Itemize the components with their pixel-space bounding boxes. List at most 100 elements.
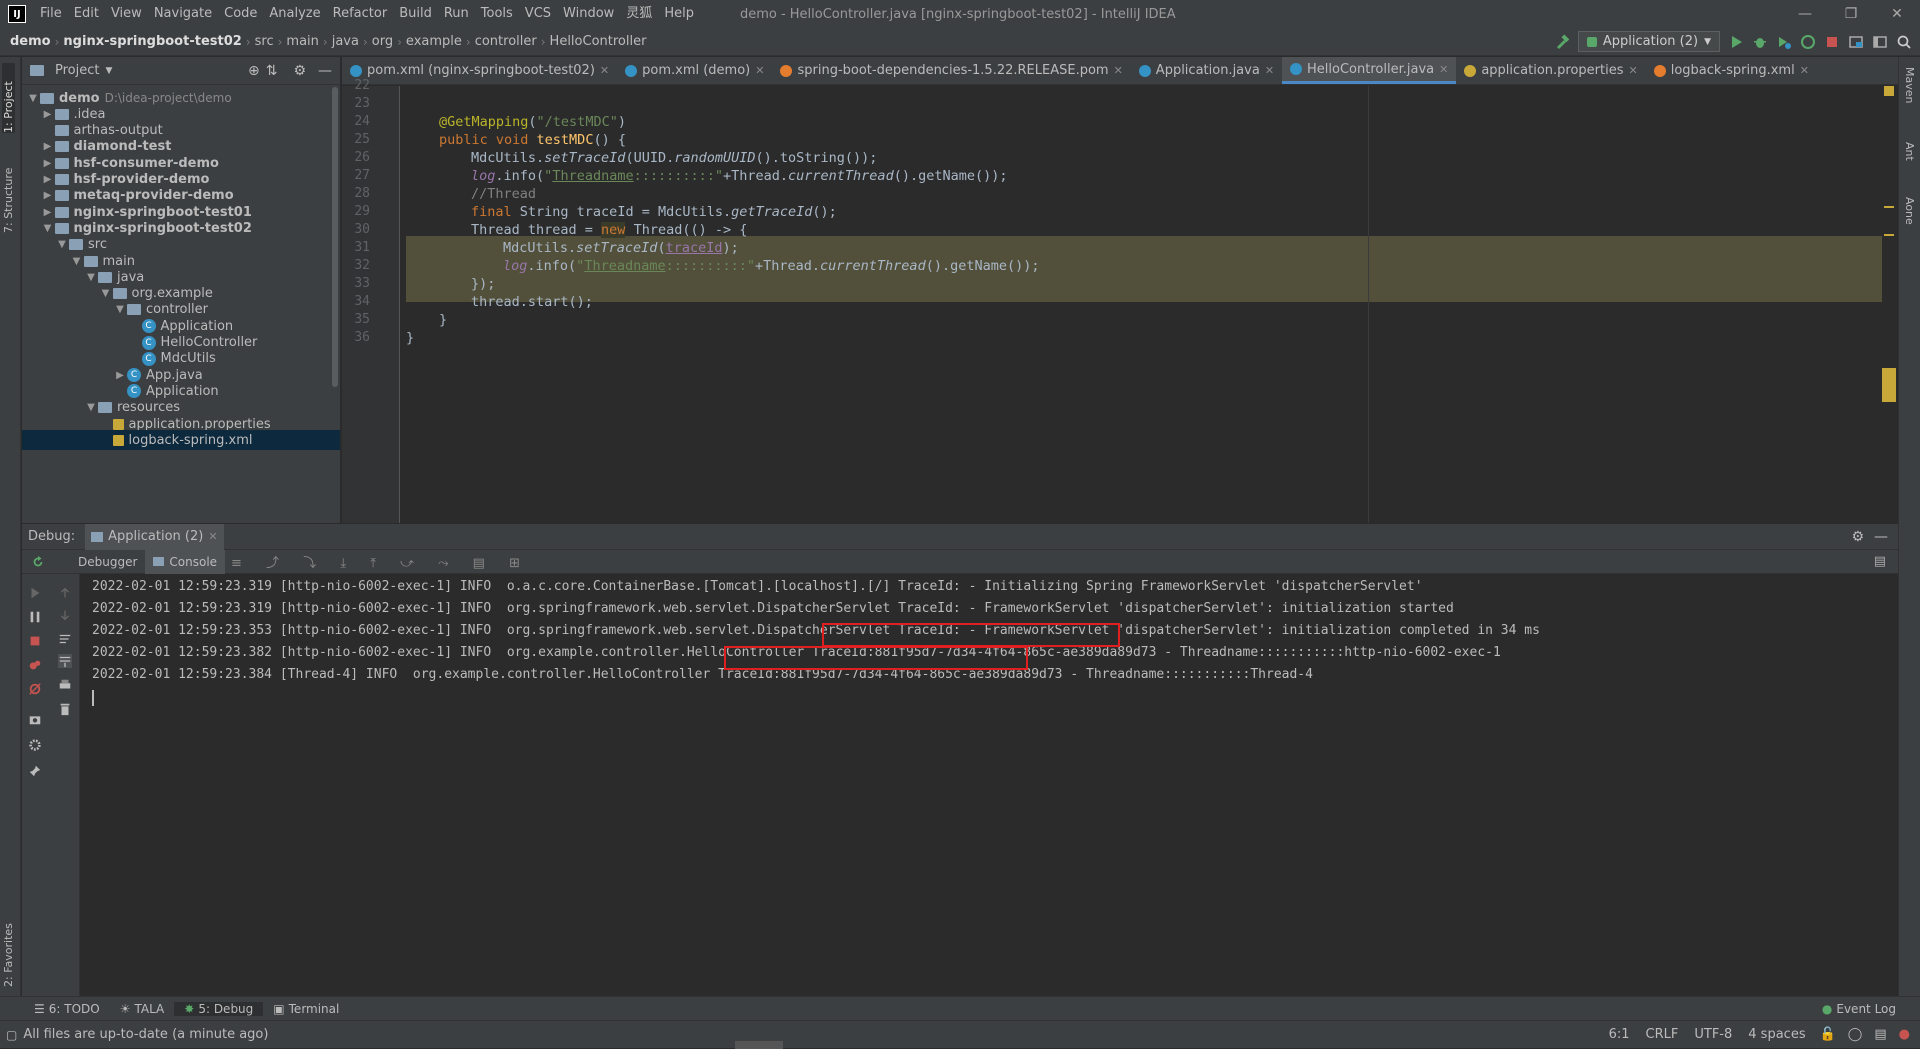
- inspector-icon[interactable]: ◯: [1842, 1027, 1869, 1042]
- chevron-right-icon[interactable]: ▶: [41, 174, 55, 185]
- chevron-down-icon[interactable]: ▼: [84, 272, 98, 283]
- run-icon[interactable]: [1728, 34, 1744, 50]
- editor-tab[interactable]: pom.xml (demo) ✕: [617, 57, 772, 84]
- resume-icon[interactable]: [28, 586, 42, 600]
- close-icon[interactable]: ✕: [600, 64, 609, 77]
- menu-item-5[interactable]: Analyze: [263, 0, 326, 28]
- stop-icon[interactable]: [28, 634, 42, 648]
- stop-icon[interactable]: [1824, 34, 1840, 50]
- menu-item-13[interactable]: Help: [658, 0, 700, 28]
- aone-tool-tab[interactable]: Aone: [1903, 197, 1916, 225]
- editor-tab[interactable]: spring-boot-dependencies-1.5.22.RELEASE.…: [772, 57, 1130, 84]
- restore-icon[interactable]: ❐: [1828, 6, 1874, 22]
- hide-panel-icon[interactable]: —: [1874, 529, 1888, 545]
- chevron-down-icon[interactable]: ▼: [70, 256, 84, 267]
- chevron-right-icon[interactable]: ▶: [41, 141, 55, 152]
- menu-item-9[interactable]: Tools: [475, 0, 519, 28]
- event-log-button[interactable]: ● Event Log: [1812, 1002, 1906, 1016]
- pin-icon[interactable]: [28, 764, 42, 778]
- file-encoding[interactable]: UTF-8: [1686, 1027, 1740, 1042]
- chevron-right-icon[interactable]: ▶: [41, 207, 55, 218]
- maven-tool-tab[interactable]: Maven: [1903, 67, 1916, 103]
- debug-tool-button[interactable]: ✸ 5: Debug: [174, 1001, 264, 1016]
- scroll-to-end-icon[interactable]: [58, 654, 72, 668]
- todo-tool-button[interactable]: ☰ 6: TODO: [24, 1002, 110, 1016]
- breadcrumb-item[interactable]: HelloController: [546, 34, 651, 49]
- chevron-right-icon[interactable]: ▶: [41, 109, 55, 120]
- camera-icon[interactable]: [28, 712, 42, 726]
- close-icon[interactable]: ✕: [1265, 64, 1274, 77]
- menu-item-6[interactable]: Refactor: [327, 0, 394, 28]
- collapse-icon[interactable]: ⇅: [266, 63, 278, 79]
- gear-icon[interactable]: ⚙: [293, 63, 306, 79]
- close-icon[interactable]: ✕: [755, 64, 764, 77]
- menu-item-8[interactable]: Run: [438, 0, 475, 28]
- layout-icon[interactable]: [1872, 34, 1888, 50]
- minimize-icon[interactable]: —: [1782, 6, 1828, 22]
- editor-tab[interactable]: pom.xml (nginx-springboot-test02) ✕: [342, 57, 617, 84]
- print-icon[interactable]: [58, 678, 72, 692]
- memory-icon[interactable]: ▤: [1868, 1027, 1892, 1042]
- search-icon[interactable]: [1896, 34, 1912, 50]
- menu-item-10[interactable]: VCS: [519, 0, 557, 28]
- project-scrollbar[interactable]: [332, 87, 338, 387]
- chevron-down-icon[interactable]: ▼: [105, 66, 112, 76]
- chevron-right-icon[interactable]: ▶: [113, 370, 127, 381]
- editor-scrollbar[interactable]: [1882, 86, 1896, 523]
- run-config-select[interactable]: Application (2) ▼: [1577, 31, 1720, 52]
- menu-item-0[interactable]: File: [34, 0, 68, 28]
- menu-item-3[interactable]: Navigate: [148, 0, 218, 28]
- breadcrumb-item[interactable]: main: [282, 34, 322, 49]
- hide-panel-icon[interactable]: —: [318, 63, 332, 79]
- mute-breakpoints-icon[interactable]: [28, 682, 42, 696]
- chevron-down-icon[interactable]: ▼: [113, 304, 127, 315]
- debug-icon[interactable]: [1752, 34, 1768, 50]
- lock-icon[interactable]: 🔓: [1814, 1027, 1842, 1042]
- coverage-icon[interactable]: [1776, 34, 1792, 50]
- chevron-down-icon[interactable]: ▼: [26, 93, 40, 104]
- pause-icon[interactable]: [28, 610, 42, 624]
- caret-position[interactable]: 6:1: [1601, 1027, 1638, 1042]
- chevron-down-icon[interactable]: ▼: [99, 288, 113, 299]
- menu-item-11[interactable]: Window: [557, 0, 620, 28]
- rerun-icon[interactable]: [22, 555, 54, 569]
- tree-item[interactable]: logback-spring.xml: [22, 430, 340, 451]
- chevron-right-icon[interactable]: ▶: [41, 190, 55, 201]
- line-separator[interactable]: CRLF: [1638, 1027, 1687, 1042]
- project-view-select[interactable]: Project: [55, 63, 99, 78]
- scroll-thumb[interactable]: [1882, 368, 1896, 402]
- breadcrumb-item[interactable]: controller: [471, 34, 541, 49]
- menu-item-7[interactable]: Build: [393, 0, 438, 28]
- chevron-down-icon[interactable]: ▼: [41, 223, 55, 234]
- indent-setting[interactable]: 4 spaces: [1740, 1027, 1813, 1042]
- status-layout-icon[interactable]: ▢: [0, 1028, 23, 1042]
- chevron-down-icon[interactable]: ▼: [55, 239, 69, 250]
- breadcrumb-item[interactable]: example: [402, 34, 466, 49]
- debug-step-icons[interactable]: ≡ ⤴ ⤵ ⤓ ⤒ ⤻ ⤳ ▤ ⊞: [231, 552, 530, 571]
- menu-item-1[interactable]: Edit: [68, 0, 105, 28]
- notification-icon[interactable]: ●: [1893, 1027, 1920, 1042]
- project-tool-tab[interactable]: 1: Project: [2, 63, 15, 133]
- up-icon[interactable]: [58, 586, 72, 600]
- editor-tab[interactable]: logback-spring.xml ✕: [1646, 57, 1817, 84]
- debug-session-tab[interactable]: Application (2) ✕: [85, 523, 224, 550]
- breadcrumb-item[interactable]: org: [368, 34, 397, 49]
- ant-tool-tab[interactable]: Ant: [1903, 142, 1916, 161]
- close-icon[interactable]: ✕: [1800, 64, 1809, 77]
- breadcrumb-item[interactable]: src: [251, 34, 278, 49]
- editor-tab[interactable]: Application.java ✕: [1131, 57, 1282, 84]
- close-icon[interactable]: ✕: [1439, 63, 1448, 76]
- chevron-right-icon[interactable]: ▶: [41, 158, 55, 169]
- soft-wrap-icon[interactable]: [58, 632, 72, 646]
- gear-icon[interactable]: [28, 738, 42, 752]
- close-icon[interactable]: ✕: [1874, 6, 1920, 22]
- build-hammer-icon[interactable]: [1554, 33, 1570, 50]
- breadcrumb-item[interactable]: java: [328, 34, 363, 49]
- close-icon[interactable]: ✕: [1629, 64, 1638, 77]
- menu-item-12[interactable]: 灵狐: [620, 0, 658, 28]
- project-structure-icon[interactable]: [1848, 34, 1864, 50]
- tab-debugger[interactable]: Debugger: [70, 550, 145, 574]
- close-icon[interactable]: ✕: [1114, 64, 1123, 77]
- editor-tab[interactable]: HelloController.java ✕: [1282, 57, 1457, 84]
- down-icon[interactable]: [58, 608, 72, 622]
